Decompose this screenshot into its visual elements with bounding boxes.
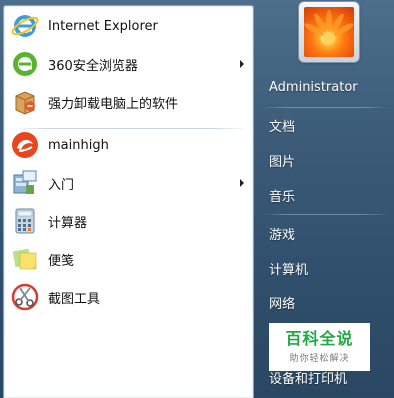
program-360-browser[interactable]: 360安全浏览器	[6, 46, 251, 82]
program-calculator[interactable]: 计算器	[6, 203, 251, 239]
right-item-games[interactable]: 游戏	[269, 224, 295, 243]
program-label: 360安全浏览器	[48, 58, 138, 74]
program-label: Internet Explorer	[48, 18, 158, 34]
right-item-network[interactable]: 网络	[269, 293, 295, 312]
right-item-music[interactable]: 音乐	[269, 186, 295, 205]
submenu-arrow-icon[interactable]	[240, 179, 244, 187]
programs-pane: Internet Explorer 360安全浏览器 强力卸载电脑上的软件 ma…	[3, 5, 254, 398]
snipping-tool-icon	[9, 281, 41, 313]
program-label: 强力卸载电脑上的软件	[48, 96, 179, 112]
start-menu: Internet Explorer 360安全浏览器 强力卸载电脑上的软件 ma…	[0, 0, 394, 398]
360-browser-icon	[9, 48, 41, 80]
program-label: 入门	[48, 177, 75, 193]
watermark-subtitle: 助你轻松解决	[289, 354, 350, 364]
user-photo	[304, 7, 354, 57]
internet-explorer-icon	[9, 10, 41, 42]
submenu-arrow-icon[interactable]	[240, 60, 244, 68]
right-item-pictures[interactable]: 图片	[269, 151, 295, 170]
program-internet-explorer[interactable]: Internet Explorer	[6, 8, 251, 44]
user-name-link[interactable]: Administrator	[269, 80, 358, 95]
program-snipping-tool[interactable]: 截图工具	[6, 279, 251, 315]
program-sticky-notes[interactable]: 便笺	[6, 241, 251, 277]
right-separator	[262, 214, 390, 215]
right-item-computer[interactable]: 计算机	[269, 259, 308, 278]
user-picture[interactable]	[299, 2, 359, 62]
uninstaller-icon	[9, 86, 41, 118]
program-uninstaller[interactable]: 强力卸载电脑上的软件	[6, 84, 251, 120]
program-label: mainhigh	[48, 137, 109, 153]
getting-started-icon	[9, 167, 41, 199]
watermark-title: 百科全说	[285, 329, 354, 348]
program-label: 便笺	[48, 253, 75, 269]
right-separator	[262, 107, 390, 108]
program-getting-started[interactable]: 入门	[6, 165, 251, 201]
program-label: 计算器	[48, 215, 88, 231]
calculator-icon	[9, 205, 41, 237]
program-label: 截图工具	[48, 291, 101, 307]
watermark-badge: 百科全说 助你轻松解决	[269, 323, 370, 371]
mainhigh-icon	[9, 129, 41, 161]
right-item-documents[interactable]: 文档	[269, 116, 295, 135]
sticky-notes-icon	[9, 243, 41, 275]
program-mainhigh[interactable]: mainhigh	[6, 127, 251, 163]
